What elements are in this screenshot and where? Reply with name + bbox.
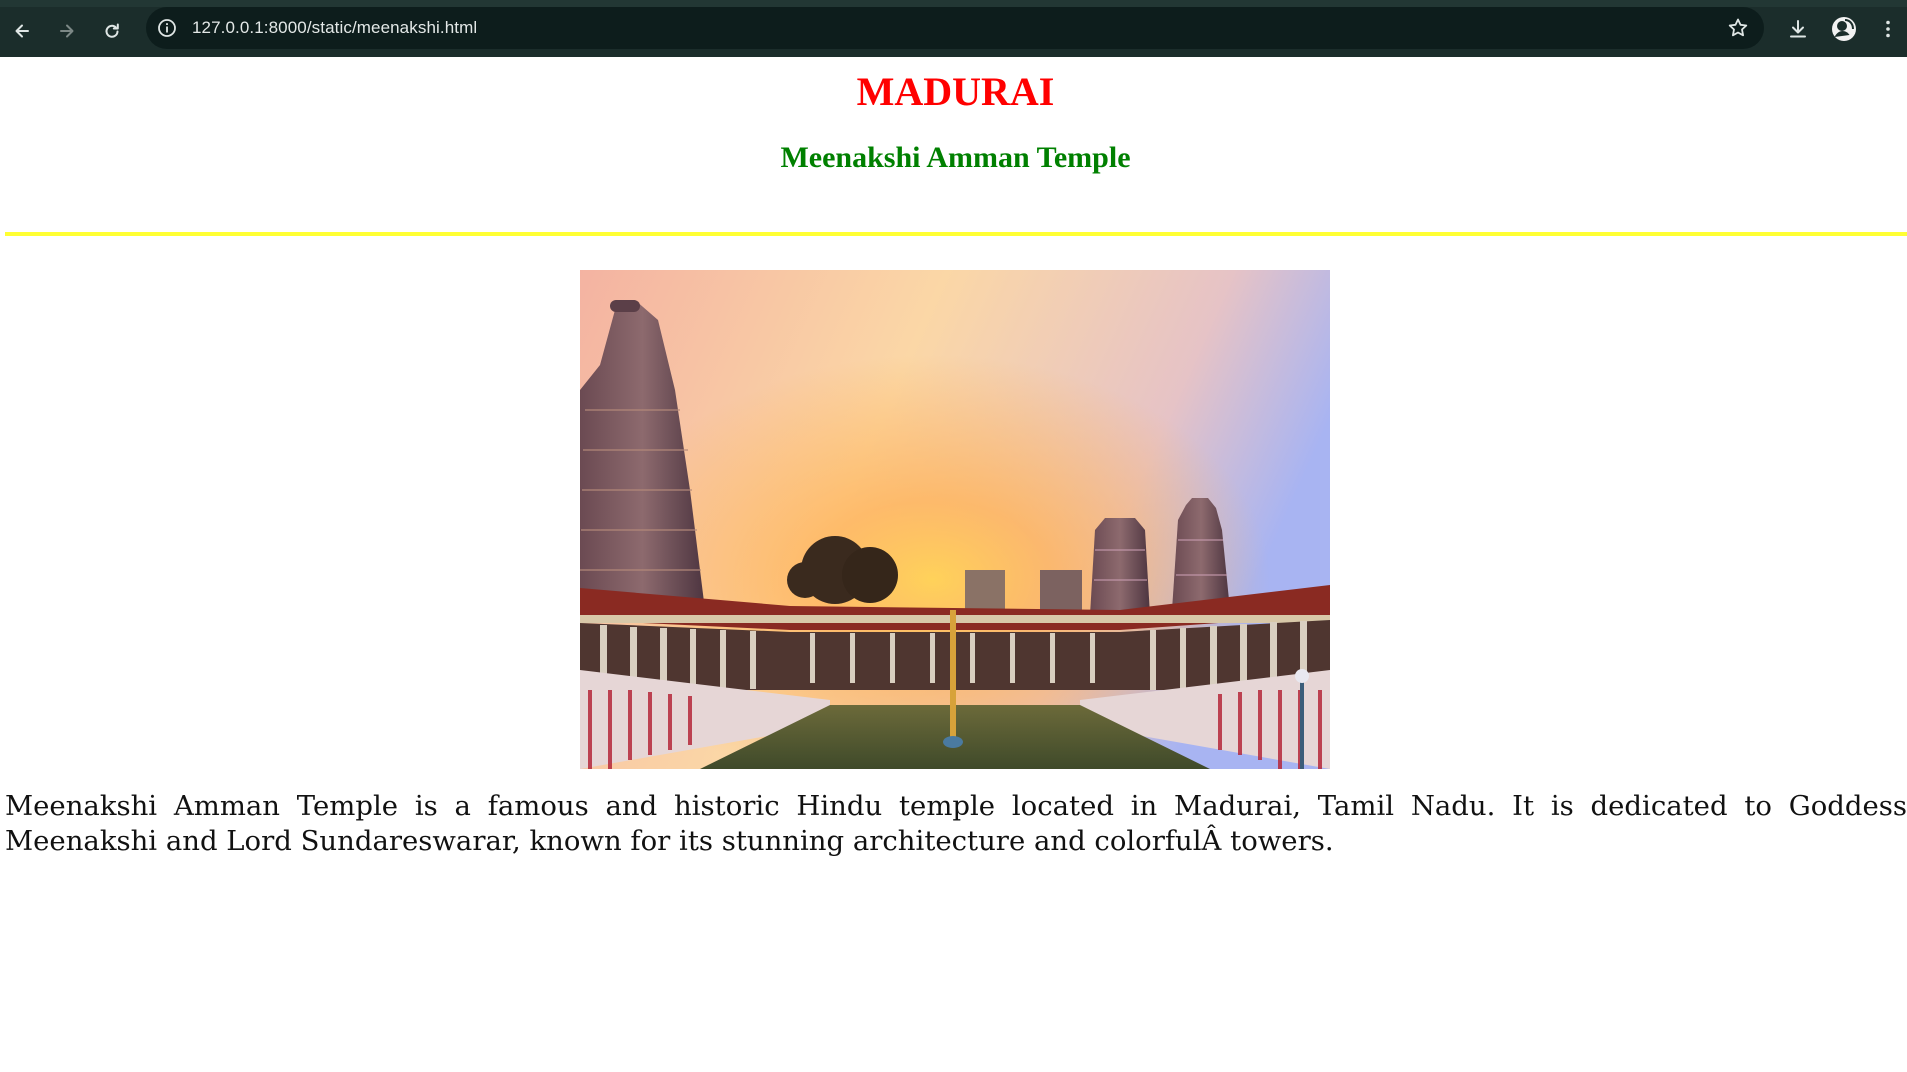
reload-button[interactable] — [95, 14, 129, 48]
temple-image-icon — [580, 270, 1330, 769]
url-text[interactable]: 127.0.0.1:8000/static/meenakshi.html — [192, 7, 477, 49]
more-vert-icon — [1886, 20, 1890, 38]
browser-toolbar: 127.0.0.1:8000/static/meenakshi.html — [0, 0, 1907, 57]
avatar-icon — [1832, 17, 1856, 41]
arrow-left-icon — [15, 24, 29, 38]
profile-button[interactable] — [1826, 11, 1862, 47]
forward-button[interactable] — [50, 14, 84, 48]
downloads-button[interactable] — [1780, 11, 1816, 47]
back-button[interactable] — [5, 14, 39, 48]
reload-icon — [105, 23, 119, 38]
temple-photo — [580, 270, 1330, 769]
bookmark-star-icon[interactable] — [1726, 16, 1750, 40]
site-info-icon[interactable] — [156, 17, 178, 39]
arrow-right-icon — [60, 24, 74, 38]
description-paragraph: Meenakshi Amman Temple is a famous and h… — [5, 790, 1907, 857]
horizontal-rule — [5, 232, 1907, 236]
page-content: MADURAI Meenakshi Amman Temple Meenakshi… — [0, 57, 1907, 1072]
menu-button[interactable] — [1870, 11, 1906, 47]
address-bar[interactable]: 127.0.0.1:8000/static/meenakshi.html — [146, 7, 1764, 49]
page-title: MADURAI — [856, 69, 1055, 114]
download-icon — [1790, 20, 1806, 38]
page-subtitle: Meenakshi Amman Temple — [780, 141, 1131, 174]
